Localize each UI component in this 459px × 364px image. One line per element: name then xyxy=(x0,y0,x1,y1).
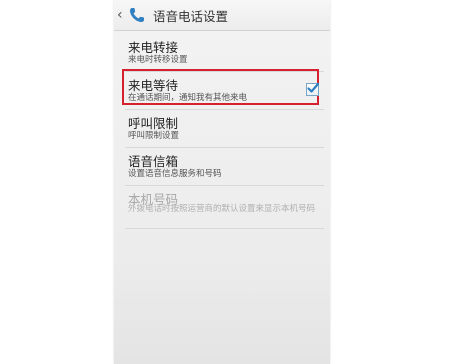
action-bar: ‹ 语音电话设置 xyxy=(114,0,330,31)
setting-summary: 在通话期间，通知我有其他来电 xyxy=(128,93,248,103)
setting-call-barring[interactable]: 呼叫限制 呼叫限制设置 xyxy=(125,110,324,148)
back-icon[interactable]: ‹ xyxy=(117,0,127,30)
setting-voicemail[interactable]: 语音信箱 设置语音信息服务和号码 xyxy=(125,148,324,186)
page-title: 语音电话设置 xyxy=(153,8,229,24)
setting-call-waiting[interactable]: 来电等待 在通话期间，通知我有其他来电 xyxy=(122,69,324,110)
setting-my-number: 本机号码 外拨电话时按照运营商的默认设置来显示本机号码 xyxy=(125,186,324,229)
phone-screen: ‹ 语音电话设置 来电转接 来电时转移设置 来电等待 在通话期间，通知我有其他来… xyxy=(114,0,330,364)
setting-summary: 外拨电话时按照运营商的默认设置来显示本机号码 xyxy=(128,204,316,214)
call-waiting-checkbox[interactable] xyxy=(306,82,320,96)
setting-call-forwarding[interactable]: 来电转接 来电时转移设置 xyxy=(125,34,324,72)
phone-icon[interactable] xyxy=(128,6,146,24)
setting-summary: 呼叫限制设置 xyxy=(128,131,180,141)
setting-summary: 设置语音信息服务和号码 xyxy=(128,169,222,179)
settings-list: 来电转接 来电时转移设置 来电等待 在通话期间，通知我有其他来电 呼叫限制 呼叫… xyxy=(122,34,324,229)
setting-summary: 来电时转移设置 xyxy=(128,55,188,65)
checkmark-icon xyxy=(307,82,320,93)
